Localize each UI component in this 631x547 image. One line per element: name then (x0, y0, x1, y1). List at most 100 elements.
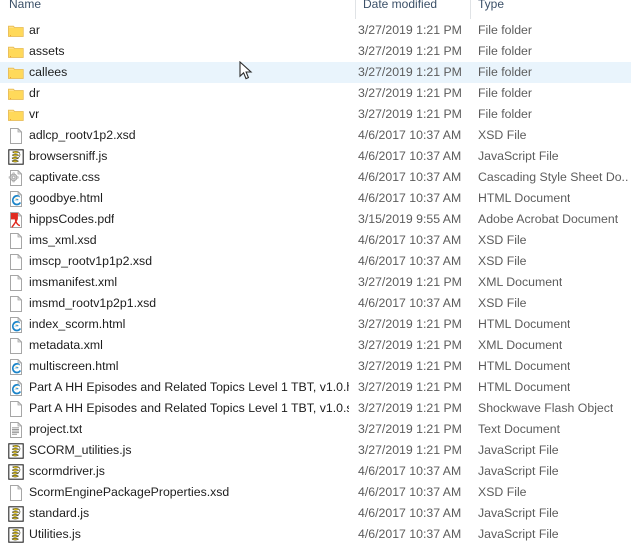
file-type: XSD File (478, 296, 527, 310)
javascript-file-icon (8, 146, 26, 167)
file-date-modified: 3/27/2019 1:21 PM (358, 275, 462, 289)
file-date-modified: 3/27/2019 1:21 PM (358, 107, 462, 121)
file-list-item[interactable]: imsmd_rootv1p2p1.xsd 4/6/2017 10:37 AM XSD… (0, 293, 631, 314)
column-header-date-modified[interactable]: Date modified (363, 0, 437, 14)
file-name[interactable]: imsmanifest.xml (29, 272, 117, 293)
file-name[interactable]: assets (29, 41, 65, 62)
file-date-modified: 3/27/2019 1:21 PM (358, 317, 462, 331)
javascript-file-icon (8, 503, 26, 524)
file-type: Adobe Acrobat Document (478, 212, 619, 226)
file-name[interactable]: hippsCodes.pdf (29, 209, 114, 230)
column-divider-name-date[interactable] (355, 0, 356, 19)
file-name[interactable]: captivate.css (29, 167, 100, 188)
file-name[interactable]: multiscreen.html (29, 356, 119, 377)
column-divider-date-type[interactable] (470, 0, 471, 19)
file-type: XSD File (478, 233, 527, 247)
file-type: XSD File (478, 485, 527, 499)
file-type: HTML Document (478, 380, 571, 394)
file-type: HTML Document (478, 317, 571, 331)
file-list-item[interactable]: Utilities.js 4/6/2017 10:37 AM JavaScript … (0, 524, 631, 545)
html-file-icon (8, 314, 26, 335)
file-type: XSD File (478, 254, 527, 268)
file-type: File folder (478, 65, 532, 79)
folder-icon (8, 62, 26, 83)
file-type: XML Document (478, 275, 563, 289)
file-date-modified: 3/27/2019 1:21 PM (358, 23, 462, 37)
file-date-modified: 3/27/2019 1:21 PM (358, 422, 462, 436)
xsd-file-icon (8, 230, 26, 251)
file-name[interactable]: metadata.xml (29, 335, 103, 356)
file-list-item[interactable]: ims_xml.xsd 4/6/2017 10:37 AM XSD File (0, 230, 631, 251)
file-name[interactable]: ScormEnginePackageProperties.xsd (29, 482, 229, 503)
css-file-icon (8, 167, 26, 188)
file-list-item[interactable]: metadata.xml 3/27/2019 1:21 PM XML Documen… (0, 335, 631, 356)
file-date-modified: 3/27/2019 1:21 PM (358, 359, 462, 373)
html-file-icon (8, 356, 26, 377)
column-header-name[interactable]: Name (9, 0, 41, 14)
file-date-modified: 3/27/2019 1:21 PM (358, 44, 462, 58)
file-name[interactable]: goodbye.html (29, 188, 103, 209)
xml-file-icon (8, 335, 26, 356)
file-name[interactable]: ims_xml.xsd (29, 230, 97, 251)
file-name[interactable]: adlcp_rootv1p2.xsd (29, 125, 136, 146)
file-list-item[interactable]: imsmanifest.xml 3/27/2019 1:21 PM XML Docu… (0, 272, 631, 293)
column-header-type[interactable]: Type (478, 0, 504, 14)
file-name[interactable]: ar (29, 20, 40, 41)
file-list-item[interactable]: ScormEnginePackageProperties.xsd 4/6/2017… (0, 482, 631, 503)
file-name[interactable]: callees (29, 62, 67, 83)
file-list-item[interactable]: multiscreen.html 3/27/2019 1:21 PM HTML Do… (0, 356, 631, 377)
file-date-modified: 3/15/2019 9:55 AM (358, 212, 462, 226)
xsd-file-icon (8, 293, 26, 314)
file-name[interactable]: Part A HH Episodes and Related Topics Le… (29, 377, 349, 398)
file-list-item[interactable]: Part A HH Episodes and Related Topics Le… (0, 377, 631, 398)
xsd-file-icon (8, 125, 26, 146)
file-type: XSD File (478, 128, 527, 142)
file-list-item[interactable]: index_scorm.html 3/27/2019 1:21 PM HTML Do… (0, 314, 631, 335)
file-name[interactable]: index_scorm.html (29, 314, 125, 335)
file-date-modified: 3/27/2019 1:21 PM (358, 401, 462, 415)
file-list-item[interactable]: scormdriver.js 4/6/2017 10:37 AM JavaScrip… (0, 461, 631, 482)
file-list-item[interactable]: goodbye.html 4/6/2017 10:37 AM HTML Docume… (0, 188, 631, 209)
file-type: File folder (478, 44, 532, 58)
file-list-item[interactable]: Part A HH Episodes and Related Topics Le… (0, 398, 631, 419)
file-list-item[interactable]: browsersniff.js 4/6/2017 10:37 AM JavaScri… (0, 146, 631, 167)
file-date-modified: 4/6/2017 10:37 AM (358, 128, 462, 142)
xml-file-icon (8, 272, 26, 293)
file-list-item[interactable]: ar 3/27/2019 1:21 PM File folder (0, 20, 631, 41)
file-date-modified: 3/27/2019 1:21 PM (358, 65, 462, 79)
file-name[interactable]: Part A HH Episodes and Related Topics Le… (29, 398, 349, 419)
javascript-file-icon (8, 461, 26, 482)
file-list-item[interactable]: SCORM_utilities.js 3/27/2019 1:21 PM JavaS… (0, 440, 631, 461)
file-name[interactable]: SCORM_utilities.js (29, 440, 132, 461)
file-list-item[interactable]: captivate.css 4/6/2017 10:37 AM Cascading … (0, 167, 631, 188)
file-list-item[interactable]: assets 3/27/2019 1:21 PM File folder (0, 41, 631, 62)
html-file-icon (8, 377, 26, 398)
file-list-item[interactable]: dr 3/27/2019 1:21 PM File folder (0, 83, 631, 104)
file-name[interactable]: standard.js (29, 503, 89, 524)
file-name[interactable]: vr (29, 104, 39, 125)
javascript-file-icon (8, 440, 26, 461)
file-name[interactable]: scormdriver.js (29, 461, 105, 482)
file-list-item[interactable]: callees 3/27/2019 1:21 PM File folder (0, 62, 631, 83)
file-list-item[interactable]: imscp_rootv1p1p2.xsd 4/6/2017 10:37 AM XSD… (0, 251, 631, 272)
file-list-item[interactable]: hippsCodes.pdf 3/15/2019 9:55 AM Adobe Acr… (0, 209, 631, 230)
file-name[interactable]: browsersniff.js (29, 146, 107, 167)
file-type: JavaScript File (478, 464, 559, 478)
file-name[interactable]: project.txt (29, 419, 82, 440)
xsd-file-icon (8, 482, 26, 503)
file-list-item[interactable]: adlcp_rootv1p2.xsd 4/6/2017 10:37 AM XSD F… (0, 125, 631, 146)
file-name[interactable]: imsmd_rootv1p2p1.xsd (29, 293, 156, 314)
file-type: HTML Document (478, 191, 571, 205)
file-type: Shockwave Flash Object (478, 401, 614, 415)
file-date-modified: 4/6/2017 10:37 AM (358, 296, 462, 310)
file-list-item[interactable]: standard.js 4/6/2017 10:37 AM JavaScript F… (0, 503, 631, 524)
file-date-modified: 3/27/2019 1:21 PM (358, 380, 462, 394)
folder-icon (8, 104, 26, 125)
file-list-item[interactable]: vr 3/27/2019 1:21 PM File folder (0, 104, 631, 125)
file-type: File folder (478, 107, 532, 121)
file-type: Cascading Style Sheet Do... (478, 170, 628, 184)
file-name[interactable]: Utilities.js (29, 524, 81, 545)
file-name[interactable]: imscp_rootv1p1p2.xsd (29, 251, 152, 272)
file-name[interactable]: dr (29, 83, 40, 104)
file-list-item[interactable]: project.txt 3/27/2019 1:21 PM Text Documen… (0, 419, 631, 440)
